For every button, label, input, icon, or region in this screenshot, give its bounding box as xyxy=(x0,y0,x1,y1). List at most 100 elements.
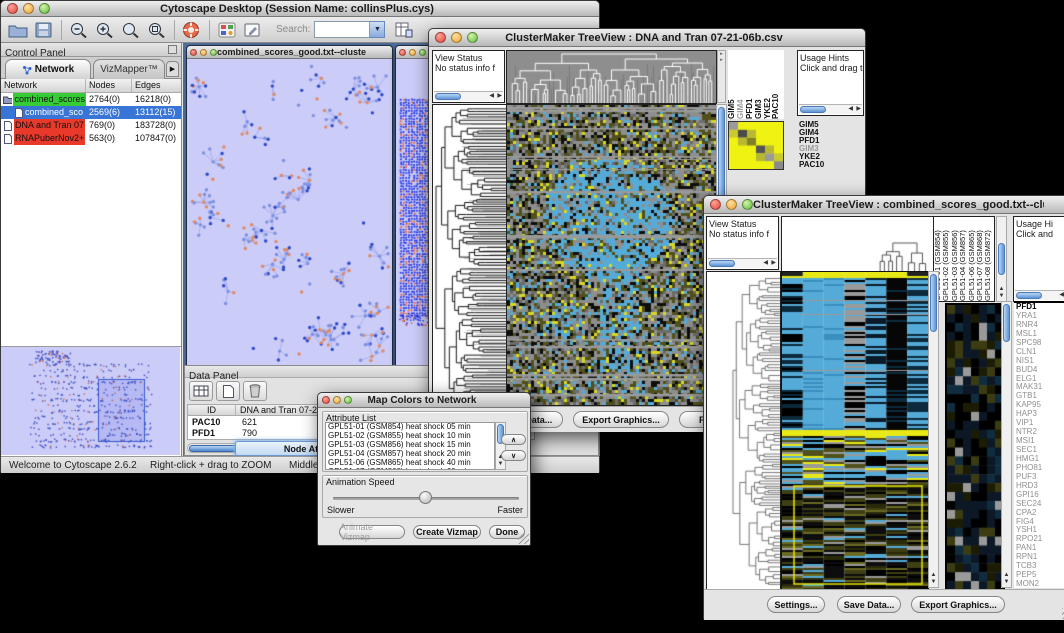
scroll-left-icon[interactable]: ◀ xyxy=(848,105,853,114)
vizmapper-button[interactable] xyxy=(214,19,240,41)
column-label[interactable]: GPL51-03 (GSM856) xyxy=(951,217,959,301)
zoom-button[interactable] xyxy=(210,49,217,56)
treeview2-collabel-scrollbar[interactable]: ▲ ▼ xyxy=(996,216,1007,302)
treeview2-column-dendrogram[interactable] xyxy=(781,216,934,272)
column-label[interactable]: GPL51-04 (GSM857) xyxy=(959,217,967,301)
annotation-button[interactable] xyxy=(240,19,266,41)
search-input[interactable]: ▼ xyxy=(314,21,385,38)
scroll-down-icon[interactable]: ▼ xyxy=(997,293,1006,300)
scroll-left-icon[interactable]: ◀ xyxy=(489,92,494,101)
scrollbar-thumb[interactable] xyxy=(1003,304,1010,342)
zoom-button[interactable] xyxy=(344,396,352,404)
column-label[interactable]: GIM3 xyxy=(755,50,764,119)
minimize-button[interactable] xyxy=(333,396,341,404)
attribute-list-item[interactable]: GPL51-01 (GSM854) heat shock 05 min xyxy=(326,423,494,432)
column-label[interactable]: GIM4 xyxy=(737,50,746,119)
scrollbar-thumb[interactable] xyxy=(998,243,1005,275)
speed-slider-thumb[interactable] xyxy=(419,491,432,504)
zoom-button[interactable] xyxy=(39,3,50,14)
network-overview-canvas[interactable] xyxy=(1,347,180,455)
minimize-button[interactable] xyxy=(23,3,34,14)
attribute-browser-button[interactable] xyxy=(391,19,417,41)
h-scrollbar[interactable]: ◀ ▶ xyxy=(434,91,503,101)
open-file-button[interactable] xyxy=(5,19,31,41)
tab-overflow-arrow[interactable]: ▶ xyxy=(166,61,179,77)
network-row-rnapuber[interactable]: RNAPuberNov2+ 563(0) 107847(0) xyxy=(1,132,181,145)
close-button[interactable] xyxy=(7,3,18,14)
column-label[interactable]: GIM5 xyxy=(728,50,737,119)
treeview1-titlebar[interactable]: ClusterMaker TreeView : DNA and Tran 07-… xyxy=(429,29,865,47)
minimize-button[interactable] xyxy=(726,199,737,210)
treeview1-row-dendrogram[interactable] xyxy=(432,104,507,406)
row-label[interactable]: PAC10 xyxy=(799,161,841,169)
column-label[interactable]: PAC10 xyxy=(772,50,781,119)
scroll-left-icon[interactable]: ◀ xyxy=(763,259,768,268)
scrollbar-thumb[interactable] xyxy=(435,93,461,100)
attribute-list-item[interactable]: GPL51-07 (GSM868) heat shock 60 min xyxy=(326,468,494,470)
new-attribute-button[interactable] xyxy=(216,381,240,401)
network-view-canvas[interactable] xyxy=(187,59,392,367)
network-row-combined-scores[interactable]: combined_scores 2764(0) 16218(0) xyxy=(1,93,181,106)
network-row-selected[interactable]: combined_sco 2569(6) 13112(15) xyxy=(1,106,181,119)
minimize-button[interactable] xyxy=(409,49,416,56)
scroll-right-icon[interactable]: ▶ xyxy=(771,259,776,268)
zoom-out-button[interactable] xyxy=(66,19,92,41)
scrollbar-thumb[interactable] xyxy=(930,274,937,332)
scroll-up-icon[interactable]: ▲ xyxy=(1002,572,1011,579)
scroll-left-icon[interactable]: ◀ xyxy=(1059,291,1064,300)
column-label[interactable]: GPL51-02 (GSM855) xyxy=(942,217,950,301)
scroll-right-icon[interactable]: ▶ xyxy=(497,92,502,101)
close-button[interactable] xyxy=(190,49,197,56)
export-graphics-button[interactable]: Export Graphics... xyxy=(911,596,1005,613)
zoom-button[interactable] xyxy=(419,49,426,56)
column-label[interactable]: GPL51-08 (GSM872) xyxy=(984,217,992,301)
settings-button[interactable]: Settings... xyxy=(767,596,825,613)
scroll-down-icon[interactable]: ▼ xyxy=(496,461,505,468)
resize-grip[interactable] xyxy=(518,533,529,544)
attribute-list-item[interactable]: GPL51-06 (GSM865) heat shock 40 min xyxy=(326,459,494,468)
scroll-up-icon[interactable]: ▲ xyxy=(929,572,938,579)
treeview2-genelist-scrollbar[interactable]: ▲ ▼ xyxy=(1001,301,1012,588)
scrollbar-thumb[interactable] xyxy=(800,106,826,113)
create-vizmap-button[interactable]: Create Vizmap xyxy=(413,525,481,539)
select-attributes-button[interactable] xyxy=(189,381,213,401)
search-dropdown-arrow-icon[interactable]: ▼ xyxy=(370,21,385,38)
close-button[interactable] xyxy=(322,396,330,404)
dialog-titlebar[interactable]: Map Colors to Network xyxy=(318,393,530,408)
save-data-button[interactable]: Save Data... xyxy=(837,596,901,613)
treeview2-zoom-heatmap[interactable] xyxy=(945,303,1005,591)
network-overview-panel[interactable] xyxy=(1,346,181,456)
help-button[interactable] xyxy=(179,19,205,41)
treeview1-heatmap[interactable] xyxy=(506,104,717,406)
scroll-down-icon[interactable]: ▼ xyxy=(929,579,938,586)
column-label[interactable]: GPL51-06 (GSM865) xyxy=(968,217,976,301)
attribute-list-item[interactable]: GPL51-02 (GSM855) heat shock 10 min xyxy=(326,432,494,441)
attribute-list-item[interactable]: GPL51-03 (GSM856) heat shock 15 min xyxy=(326,441,494,450)
minimize-button[interactable] xyxy=(200,49,207,56)
close-button[interactable] xyxy=(710,199,721,210)
h-scrollbar[interactable]: ◀ ▶ xyxy=(799,104,862,114)
column-label[interactable]: PFD1 xyxy=(746,50,755,119)
minimize-button[interactable] xyxy=(451,32,462,43)
delete-attribute-button[interactable] xyxy=(243,381,267,401)
zoom-button[interactable] xyxy=(742,199,753,210)
zoom-button[interactable] xyxy=(467,32,478,43)
treeview2-row-dendrogram[interactable] xyxy=(706,271,781,590)
treeview1-column-dendrogram[interactable] xyxy=(506,50,717,104)
treeview2-heatmap[interactable] xyxy=(781,271,929,590)
close-button[interactable] xyxy=(435,32,446,43)
scroll-down-icon[interactable]: ▼ xyxy=(1002,579,1011,586)
scroll-up-icon[interactable]: ▲ xyxy=(997,286,1006,293)
attribute-list-item[interactable]: GPL51-04 (GSM857) heat shock 20 min xyxy=(326,450,494,459)
attribute-list-scrollbar[interactable]: ▲ ▼ xyxy=(495,422,506,470)
treeview1-col-scroll-stub[interactable]: ▸▸ xyxy=(717,50,726,103)
network-view-titlebar[interactable]: combined_scores_good.txt--cluste... xyxy=(187,46,392,59)
column-header-network[interactable]: Network xyxy=(1,79,86,92)
column-header-edges[interactable]: Edges xyxy=(132,79,180,92)
gene-label[interactable]: MON2 xyxy=(1016,580,1064,588)
attribute-list[interactable]: GPL51-01 (GSM854) heat shock 05 minGPL51… xyxy=(325,422,495,470)
column-header-nodes[interactable]: Nodes xyxy=(86,79,132,92)
float-panel-icon[interactable] xyxy=(168,45,177,54)
treeview1-zoom-heatmap[interactable] xyxy=(728,121,784,170)
zoom-selected-button[interactable] xyxy=(144,19,170,41)
